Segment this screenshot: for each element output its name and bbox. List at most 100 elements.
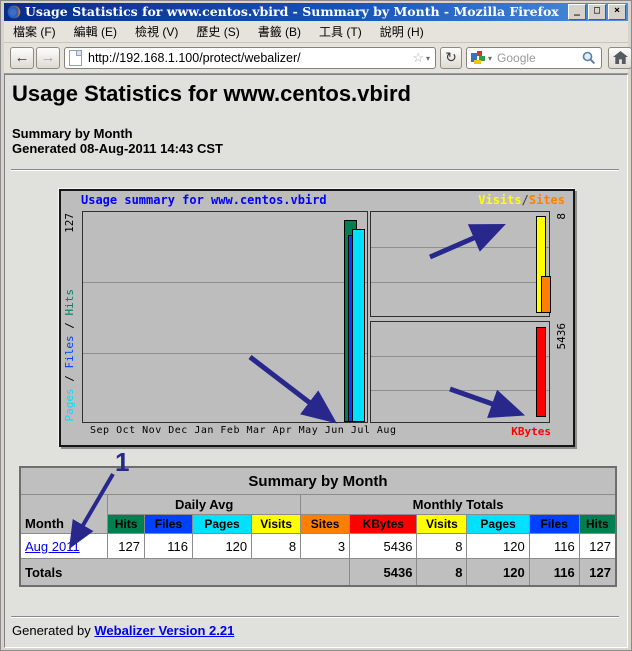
browser-window: Usage Statistics for www.centos.vbird - … (0, 0, 632, 651)
kbytes-axis-label: KBytes (511, 425, 551, 438)
column-header-pages: Pages (192, 515, 251, 534)
totals-label: Totals (20, 559, 350, 587)
divider (11, 169, 619, 171)
close-icon[interactable]: × (608, 4, 626, 20)
column-header-visits: Visits (252, 515, 301, 534)
menu-tools[interactable]: 工具 (T) (310, 22, 371, 42)
cell-sites: 3 (301, 534, 350, 559)
sites-bar-aug (541, 276, 551, 313)
cell-month-files: 116 (529, 534, 579, 559)
google-icon (471, 51, 485, 65)
total-pages: 120 (467, 559, 529, 587)
gridline (83, 353, 367, 354)
axis-separator: / (63, 368, 76, 388)
menu-bar: 檔案 (F) 編輯 (E) 檢視 (V) 歷史 (S) 書籤 (B) 工具 (T… (4, 21, 628, 43)
column-header-files: Files (145, 515, 193, 534)
chart-legend: Visits/Sites (478, 193, 565, 207)
cell-month-visits: 8 (417, 534, 467, 559)
cell-kbytes: 5436 (350, 534, 417, 559)
url-bar[interactable]: http://192.168.1.100/protect/webalizer/ … (64, 47, 436, 69)
menu-bookmarks[interactable]: 書籤 (B) (249, 22, 310, 42)
cell-daily-files: 116 (145, 534, 193, 559)
menu-history[interactable]: 歷史 (S) (187, 22, 248, 42)
gridline (83, 282, 367, 283)
group-header-monthly-totals: Monthly Totals (301, 495, 616, 515)
usage-summary-chart: Usage summary for www.centos.vbird Visit… (59, 189, 575, 447)
column-header-visits: Visits (417, 515, 467, 534)
url-input[interactable]: http://192.168.1.100/protect/webalizer/ (88, 51, 410, 65)
maximize-icon[interactable]: □ (588, 4, 606, 20)
minimize-icon[interactable]: _ (568, 4, 586, 20)
search-box[interactable]: ▾ Google (466, 47, 602, 69)
generated-timestamp: Generated 08-Aug-2011 14:43 CST (12, 141, 223, 156)
footer-prefix: Generated by (12, 623, 94, 638)
x-axis-months: Sep Oct Nov Dec Jan Feb Mar Apr May Jun … (90, 425, 396, 436)
total-kbytes: 5436 (350, 559, 417, 587)
navigation-toolbar: ← → http://192.168.1.100/protect/webaliz… (4, 43, 628, 74)
back-button[interactable]: ← (10, 47, 34, 69)
summary-by-month-label: Summary by Month (12, 126, 223, 141)
kbytes-bar-aug (536, 327, 546, 417)
bookmark-star-icon[interactable]: ☆ (412, 50, 424, 66)
cell-daily-hits: 127 (108, 534, 145, 559)
axis-files-label: Files (63, 335, 76, 368)
bookmark-dropdown-icon[interactable]: ▾ (426, 54, 430, 63)
total-files: 116 (529, 559, 579, 587)
axis-pages-label: Pages (63, 388, 76, 421)
y-axis-max-kbytes: 5436 (555, 323, 568, 350)
home-button[interactable] (608, 47, 632, 69)
page-footer: Generated by Webalizer Version 2.21 (12, 623, 234, 638)
cell-daily-pages: 120 (192, 534, 251, 559)
menu-edit[interactable]: 編輯 (E) (65, 22, 126, 42)
total-visits: 8 (417, 559, 467, 587)
menu-view[interactable]: 檢視 (V) (126, 22, 187, 42)
legend-sites: Sites (529, 193, 565, 207)
menu-file[interactable]: 檔案 (F) (4, 22, 65, 42)
search-engine-dropdown-icon[interactable]: ▾ (488, 54, 492, 63)
y-axis-title-left: Pages / Files / Hits (63, 289, 76, 422)
page-icon (69, 50, 82, 66)
kbytes-panel (370, 321, 550, 423)
y-axis-max-left: 127 (63, 213, 76, 233)
gridline (371, 390, 549, 391)
gridline (371, 356, 549, 357)
y-axis-max-visits: 8 (555, 213, 568, 220)
search-input[interactable]: Google (497, 51, 582, 65)
page-title: Usage Statistics for www.centos.vbird (12, 81, 411, 107)
main-graph-panel (82, 211, 368, 423)
legend-separator: / (522, 193, 529, 207)
title-bar: Usage Statistics for www.centos.vbird - … (4, 3, 628, 21)
forward-button[interactable]: → (36, 47, 60, 69)
visits-sites-panel (370, 211, 550, 317)
divider (11, 616, 619, 618)
table-title: Summary by Month (20, 467, 616, 495)
summary-by-month-table: Summary by Month Month Daily Avg Monthly… (19, 466, 617, 587)
column-header-pages: Pages (467, 515, 529, 534)
menu-help[interactable]: 說明 (H) (371, 22, 433, 42)
gridline (371, 282, 549, 283)
axis-hits-label: Hits (63, 289, 76, 316)
reload-button[interactable]: ↻ (440, 47, 462, 69)
search-magnifier-icon[interactable] (582, 51, 596, 65)
column-header-files: Files (529, 515, 579, 534)
column-header-kbytes: KBytes (350, 515, 417, 534)
chart-title: Usage summary for www.centos.vbird (81, 193, 327, 207)
cell-month-hits: 127 (579, 534, 616, 559)
legend-visits: Visits (478, 193, 521, 207)
column-header-hits: Hits (108, 515, 145, 534)
axis-separator: / (63, 315, 76, 335)
cell-month-pages: 120 (467, 534, 529, 559)
group-header-daily-avg: Daily Avg (108, 495, 301, 515)
totals-row: Totals 5436 8 120 116 127 (20, 559, 616, 587)
home-icon (613, 51, 628, 64)
webalizer-version-link[interactable]: Webalizer Version 2.21 (94, 623, 234, 638)
window-title: Usage Statistics for www.centos.vbird - … (25, 3, 568, 21)
month-link[interactable]: Aug 2011 (25, 539, 80, 554)
gridline (371, 247, 549, 248)
page-subtitle: Summary by Month Generated 08-Aug-2011 1… (12, 126, 223, 156)
firefox-icon (7, 5, 21, 19)
column-header-sites: Sites (301, 515, 350, 534)
column-header-month: Month (20, 495, 108, 534)
cell-daily-visits: 8 (252, 534, 301, 559)
column-header-hits: Hits (579, 515, 616, 534)
